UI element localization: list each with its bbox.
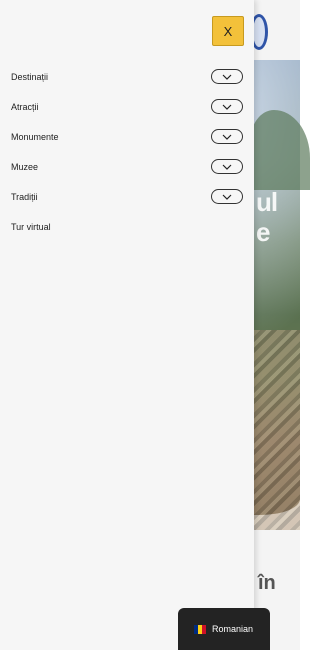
hero-title: ul e xyxy=(256,187,278,248)
expand-traditii-button[interactable] xyxy=(211,189,243,204)
menu-item-atractii[interactable]: Atracții xyxy=(0,92,254,122)
menu-item-tur-virtual[interactable]: Tur virtual xyxy=(0,212,254,242)
menu-item-muzee[interactable]: Muzee xyxy=(0,152,254,182)
menu-item-label: Tradiții xyxy=(11,192,38,202)
close-menu-button[interactable]: X xyxy=(212,16,244,46)
menu-item-label: Atracții xyxy=(11,102,39,112)
language-label: Romanian xyxy=(212,624,254,634)
chevron-down-icon xyxy=(222,104,232,110)
expand-destinatii-button[interactable] xyxy=(211,69,243,84)
menu-list: Destinații Atracții Monumente Muzee Trad… xyxy=(0,62,254,242)
menu-item-label: Monumente xyxy=(11,132,59,142)
chevron-down-icon xyxy=(222,134,232,140)
menu-item-label: Tur virtual xyxy=(11,222,51,232)
menu-item-label: Destinații xyxy=(11,72,49,82)
hero-title-line: ul xyxy=(256,187,278,217)
expand-atractii-button[interactable] xyxy=(211,99,243,114)
expand-muzee-button[interactable] xyxy=(211,159,243,174)
romania-flag-icon xyxy=(194,624,206,634)
menu-item-label: Muzee xyxy=(11,162,39,172)
chevron-down-icon xyxy=(222,164,232,170)
section-heading: în xyxy=(258,572,276,594)
chevron-down-icon xyxy=(222,74,232,80)
expand-monumente-button[interactable] xyxy=(211,129,243,144)
menu-item-destinatii[interactable]: Destinații xyxy=(0,62,254,92)
menu-item-traditii[interactable]: Tradiții xyxy=(0,182,254,212)
menu-item-monumente[interactable]: Monumente xyxy=(0,122,254,152)
language-selector-button[interactable]: Romanian xyxy=(178,608,270,650)
navigation-drawer: X Destinații Atracții Monumente Muzee Tr… xyxy=(0,0,254,650)
chevron-down-icon xyxy=(222,194,232,200)
hero-title-line: e xyxy=(256,217,270,247)
